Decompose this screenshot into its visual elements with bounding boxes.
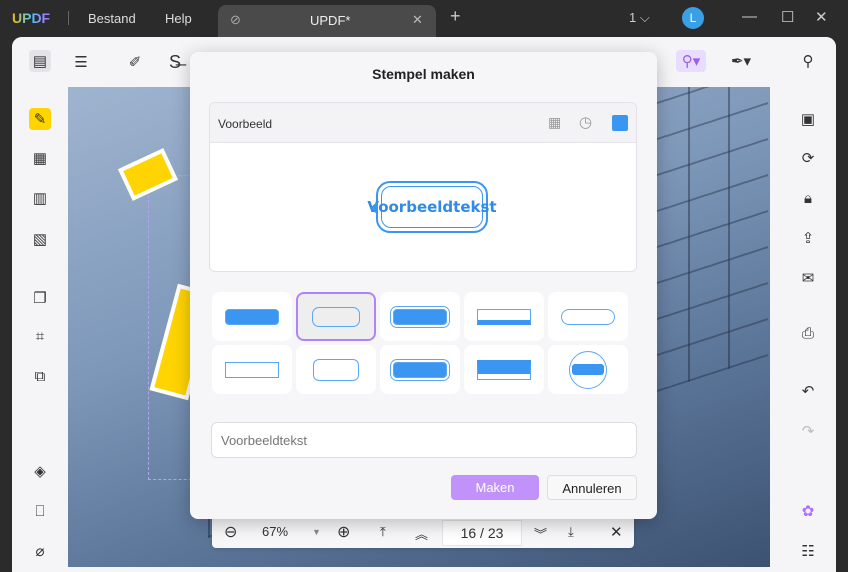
stamp-style-7[interactable] (296, 345, 376, 394)
convert-pdf-icon[interactable]: ⟳ (797, 147, 819, 169)
minimize-button[interactable]: — (742, 8, 757, 25)
divider (68, 11, 69, 25)
share-icon[interactable]: ⇪ (797, 227, 819, 249)
zoom-level[interactable]: 67% (262, 524, 288, 539)
avatar[interactable]: L (682, 7, 704, 29)
tab-title: UPDF* (310, 13, 351, 28)
reader-icon[interactable]: ▤ (29, 50, 51, 72)
convert-icon[interactable]: ⧉ (29, 365, 51, 387)
stamp-style-4[interactable] (464, 292, 544, 341)
zoom-out-button[interactable]: ⊖ (224, 522, 237, 542)
ocr-icon[interactable]: ▣ (797, 108, 819, 130)
highlighter-icon[interactable]: ✐ (124, 51, 146, 73)
maximize-button[interactable]: ☐ (781, 8, 794, 26)
first-page-button[interactable]: ⤒ (380, 524, 386, 540)
stamp-style-10[interactable] (548, 345, 628, 394)
close-tab-icon[interactable]: ✕ (412, 12, 423, 28)
create-button[interactable]: Maken (451, 475, 539, 500)
undo-icon[interactable]: ↶ (797, 380, 819, 402)
zoom-dropdown-icon[interactable]: ▼ (312, 527, 321, 537)
organize-pages-icon[interactable]: ❐ (29, 287, 51, 309)
stamp-style-9[interactable] (464, 345, 544, 394)
zoom-in-button[interactable]: ⊕ (337, 522, 350, 542)
cancel-button[interactable]: Annuleren (547, 475, 637, 500)
stamp-style-grid (212, 292, 628, 394)
close-window-button[interactable]: ✕ (815, 8, 828, 26)
strikethrough-icon[interactable]: S̶ (164, 51, 186, 73)
close-zoombar-button[interactable]: ✕ (610, 523, 623, 541)
layers-icon[interactable]: ◈ (29, 460, 51, 482)
color-picker[interactable] (612, 115, 628, 131)
search-icon[interactable]: ⚲ (797, 50, 819, 72)
edit-pdf-icon[interactable]: ▦ (29, 147, 51, 169)
preview-label: Voorbeeld (218, 117, 273, 131)
page-input[interactable]: 16 / 23 (442, 520, 522, 546)
email-icon[interactable]: ✉ (797, 267, 819, 289)
stamp-preview-graphic: Voorbeeldtekst (367, 181, 497, 233)
left-toolbar: ▤ ✎ ▦ ▥ ▧ ❐ ⌗ ⧉ ◈ ⎕ ⌀ (12, 37, 68, 572)
stamp-style-2[interactable] (296, 292, 376, 341)
title-bar: UPDF Bestand Help ⊘ UPDF* ✕ + 1 ⌵ L — ☐ … (0, 0, 848, 37)
stamp-style-6[interactable] (212, 345, 292, 394)
stamp-tool-icon[interactable]: ⚲▾ (676, 50, 706, 72)
clock-icon[interactable]: ◷ (579, 113, 592, 131)
page-count: 1 (629, 10, 637, 25)
last-page-button[interactable]: ⤓ (568, 524, 574, 540)
stamp-style-8[interactable] (380, 345, 460, 394)
redo-icon[interactable]: ↷ (797, 420, 819, 442)
app-logo: UPDF (12, 10, 51, 26)
prev-page-button[interactable]: ︽ (415, 524, 428, 543)
stamp-style-3[interactable] (380, 292, 460, 341)
document-tab[interactable]: ⊘ UPDF* ✕ (218, 5, 436, 37)
stamp-style-1[interactable] (212, 292, 292, 341)
signature-tool-icon[interactable]: ✒▾ (726, 50, 756, 72)
new-tab-button[interactable]: + (450, 6, 461, 27)
comment-mode-icon[interactable]: ✎ (29, 108, 51, 130)
calendar-icon[interactable]: ▦ (548, 114, 561, 131)
stamp-text-input[interactable] (211, 422, 637, 458)
note-icon[interactable]: ☰ (70, 51, 92, 73)
cloud-off-icon: ⊘ (230, 12, 241, 27)
attachment-icon[interactable]: ⌀ (29, 540, 51, 562)
bookmark-icon[interactable]: ⎕ (29, 500, 51, 522)
dialog-title: Stempel maken (372, 66, 475, 82)
form-icon[interactable]: ▥ (29, 187, 51, 209)
stamp-preview-text: Voorbeeldtekst (367, 186, 497, 228)
save-icon[interactable]: ⎙ (797, 322, 819, 344)
comments-panel-icon[interactable]: ☷ (797, 540, 819, 562)
stamp-style-5[interactable] (548, 292, 628, 341)
stamp-preview: Voorbeeld ▦ ◷ Voorbeeldtekst (209, 102, 637, 272)
crop-icon[interactable]: ⌗ (29, 325, 51, 347)
protect-icon[interactable]: 🔒︎ (797, 187, 819, 209)
next-page-button[interactable]: ︾ (534, 524, 547, 543)
page-count-dropdown[interactable]: 1 ⌵ (629, 10, 650, 26)
right-toolbar: ⚲ ▣ ⟳ 🔒︎ ⇪ ✉ ⎙ ↶ ↷ ✿ ☷ (780, 37, 836, 572)
zoom-bar: ⊖ 67% ▼ ⊕ ⤒ ︽ 16 / 23 ︾ ⤓ ✕ (212, 518, 634, 548)
create-stamp-dialog: Stempel maken Voorbeeld ▦ ◷ Voorbeeldtek… (190, 52, 657, 519)
menu-bestand[interactable]: Bestand (88, 11, 136, 26)
ai-assistant-icon[interactable]: ✿ (797, 500, 819, 522)
fill-sign-icon[interactable]: ▧ (29, 228, 51, 250)
menu-help[interactable]: Help (165, 11, 192, 26)
preview-header: Voorbeeld ▦ ◷ (210, 103, 636, 143)
